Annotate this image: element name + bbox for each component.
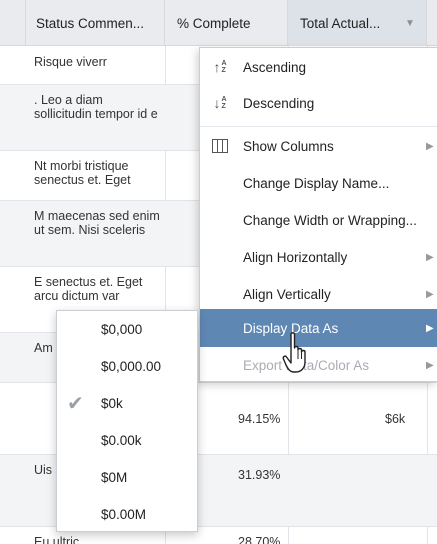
menu-item-label: Show Columns (243, 138, 334, 154)
column-menu-dropdown-icon[interactable]: ▼ (398, 14, 422, 32)
menu-item-align-horizontally[interactable]: Align Horizontally ▶ (200, 238, 437, 276)
percent-complete-cell[interactable]: 31.93% (238, 468, 280, 482)
total-actual-cell[interactable]: $6k (385, 412, 405, 426)
column-header-total-actual-label: Total Actual... (300, 15, 381, 31)
format-option[interactable]: $0.00M (57, 496, 199, 533)
format-option[interactable]: $0,000 (57, 311, 199, 348)
format-option-label: $0M (101, 470, 128, 485)
submenu-arrow-icon: ▶ (426, 359, 434, 371)
menu-item-label: Align Horizontally (243, 249, 348, 265)
menu-item-display-data-as[interactable]: Display Data As ▶ (200, 309, 437, 347)
menu-item-change-display-name[interactable]: Change Display Name... (200, 164, 437, 202)
status-comment-cell[interactable]: Nt morbi tristique senectus et. Eget (34, 159, 162, 187)
status-comment-cell[interactable]: . Leo a diam sollicitudin tempor id e (34, 93, 162, 121)
format-option[interactable]: $0.00k (57, 422, 199, 459)
format-option[interactable]: $0M (57, 459, 199, 496)
checkmark-icon: ✔ (67, 393, 84, 415)
menu-item-show-columns[interactable]: Show Columns ▶ (200, 127, 437, 165)
status-comment-cell[interactable]: M maecenas sed enim ut sem. Nisi sceleri… (34, 209, 162, 237)
column-header-status-comments[interactable]: Status Commen... (26, 0, 165, 46)
submenu-arrow-icon: ▶ (426, 140, 434, 152)
menu-item-label: Change Display Name... (243, 175, 390, 191)
submenu-arrow-icon: ▶ (426, 288, 434, 300)
submenu-arrow-icon: ▶ (426, 251, 434, 263)
menu-item-ascending[interactable]: ↑ A Z Ascending (200, 48, 437, 86)
column-context-menu: ↑ A Z Ascending ↓ A Z Descending Show Column… (199, 47, 437, 382)
format-option-label: $0.00k (101, 433, 142, 448)
sort-descending-icon: ↓ A Z (213, 95, 227, 111)
display-format-submenu: $0,000 $0,000.00 ✔ $0k $0.00k $0M $0.00M (56, 310, 198, 532)
format-option-label: $0,000 (101, 322, 143, 337)
columns-icon (210, 136, 230, 156)
column-header-percent-complete[interactable]: % Complete (165, 0, 288, 46)
menu-item-label: Align Vertically (243, 286, 331, 302)
menu-item-label: Ascending (243, 59, 307, 75)
menu-item-descending[interactable]: ↓ A Z Descending (200, 84, 437, 122)
menu-item-label: Change Width or Wrapping... (243, 212, 417, 228)
row-number-header (0, 0, 26, 46)
menu-item-export-data-as: Export Data/Color As ▶ (200, 346, 437, 384)
column-header-edge (427, 0, 437, 46)
percent-complete-cell[interactable]: 94.15% (238, 412, 280, 426)
status-comment-cell[interactable]: Risque viverr (34, 55, 162, 69)
percent-complete-cell[interactable]: 28.70% (238, 535, 280, 544)
format-option[interactable]: $0,000.00 (57, 348, 199, 385)
hand-pointer-cursor-icon (282, 332, 306, 373)
status-comment-cell[interactable]: Eu ultric (34, 535, 162, 544)
grid-header-row: Status Commen... % Complete Total Actual… (0, 0, 437, 46)
format-option-label: $0k (101, 396, 123, 411)
submenu-arrow-icon: ▶ (426, 322, 434, 334)
format-option-label: $0,000.00 (101, 359, 162, 374)
format-option-label: $0.00M (101, 507, 147, 522)
format-option-selected[interactable]: ✔ $0k (57, 385, 199, 422)
status-comment-cell[interactable]: E senectus et. Eget arcu dictum var (34, 275, 162, 303)
sort-ascending-icon: ↑ A Z (213, 59, 227, 75)
menu-item-label: Descending (243, 95, 315, 111)
menu-item-align-vertically[interactable]: Align Vertically ▶ (200, 275, 437, 313)
menu-item-change-width[interactable]: Change Width or Wrapping... (200, 201, 437, 239)
